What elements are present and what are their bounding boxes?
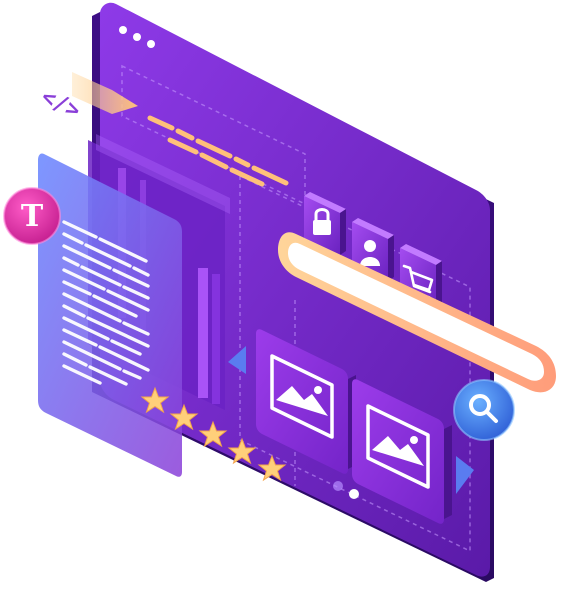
- svg-text:T: T: [21, 199, 44, 234]
- search-button[interactable]: [453, 379, 515, 441]
- carousel-dot-2[interactable]: [349, 489, 359, 499]
- text-icon: T: [3, 187, 61, 245]
- window-dot-3: [147, 40, 155, 48]
- window-dot-1: [119, 26, 127, 34]
- carousel-dot-1[interactable]: [333, 481, 343, 491]
- window-dot-2: [133, 33, 141, 41]
- isometric-web-design-illustration: </> T: [0, 0, 568, 595]
